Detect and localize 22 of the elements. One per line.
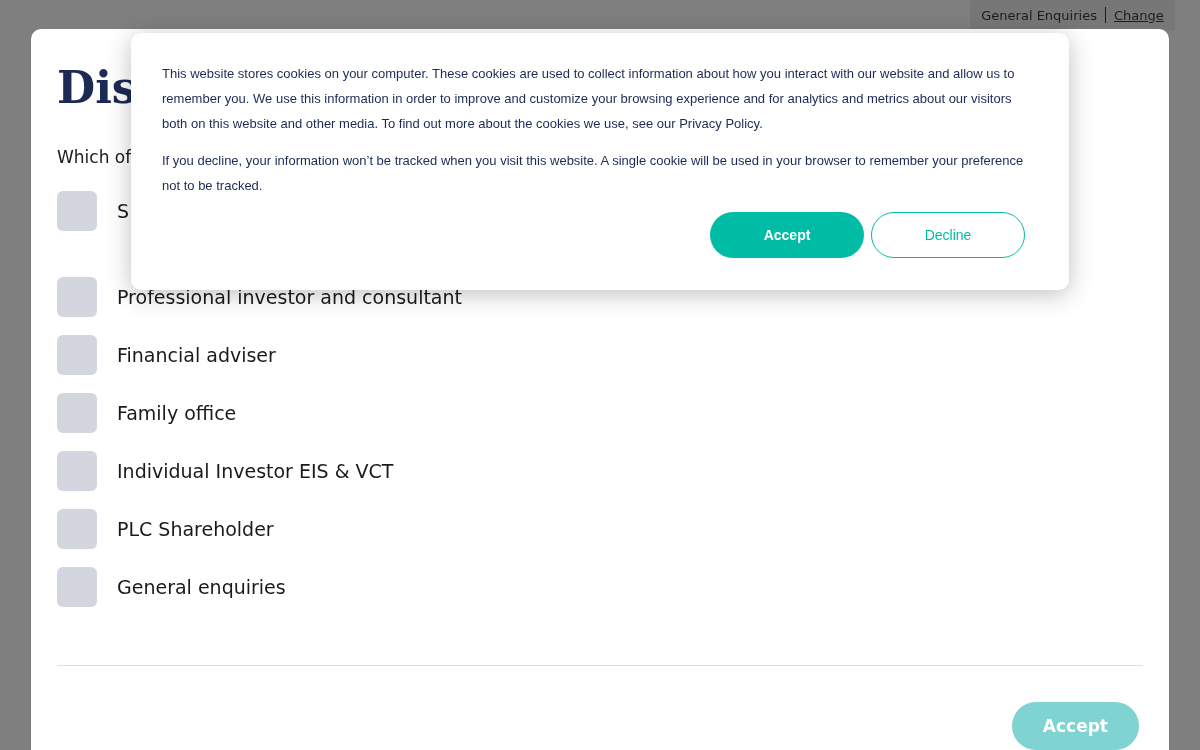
cookie-text: This website stores cookies on your computer. These cookies are used to collect information about how you interact with our website and allow us to remember you. We use this information in order to improve and customize your browsing experience and for analytics and metrics about our visitors both on this website and other media. To find out more about the cookies we use, see our Privacy Policy.: [162, 65, 1016, 133]
checkbox[interactable]: [57, 335, 97, 375]
option-label: General enquiries: [117, 576, 286, 598]
option-label: Family office: [117, 402, 237, 424]
checkbox[interactable]: [57, 509, 97, 549]
audience-label: General Enquiries: [981, 7, 1097, 23]
cookie-accept-button[interactable]: Accept: [710, 212, 864, 258]
checkbox[interactable]: [57, 277, 97, 317]
question-text: Which of: [57, 147, 132, 167]
cookie-decline-button[interactable]: Decline: [871, 212, 1025, 258]
option-label: PLC Shareholder: [117, 518, 274, 540]
option-label: Financial adviser: [117, 344, 276, 366]
checkbox[interactable]: [57, 191, 97, 231]
checkbox[interactable]: [57, 393, 97, 433]
change-link[interactable]: Change: [1113, 7, 1164, 23]
option-label: S: [117, 200, 130, 222]
option-label: Professional investor and consultant: [117, 286, 462, 308]
checkbox[interactable]: [57, 451, 97, 491]
cookie-text: If you decline, your information won’t be tracked when you visit this website. A single cookie will be used in your browser to remember your preference not to be tracked.: [162, 152, 1025, 195]
checkbox[interactable]: [57, 567, 97, 607]
modal-title: Dis: [57, 61, 137, 115]
option-label: Individual Investor EIS & VCT: [117, 460, 394, 482]
